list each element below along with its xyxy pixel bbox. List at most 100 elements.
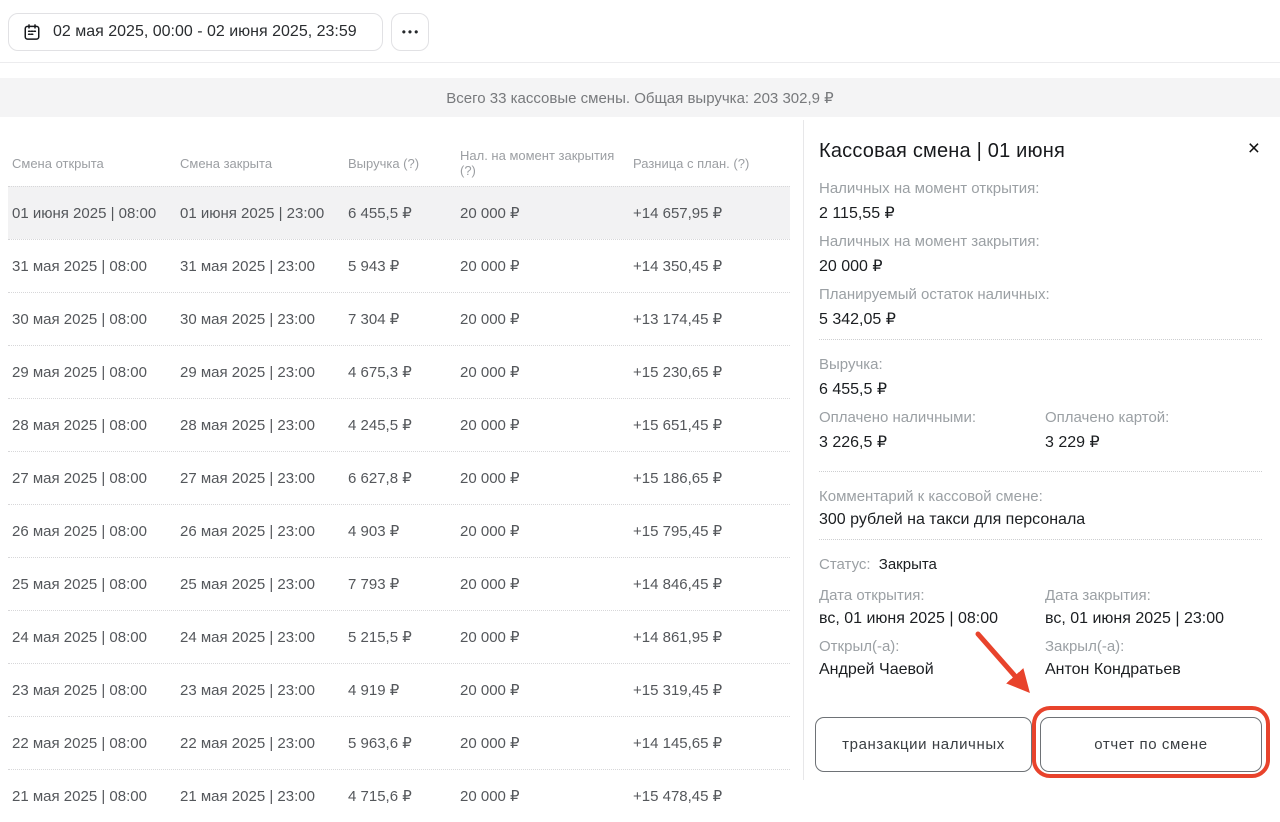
field-value: 3 229 ₽: [1045, 432, 1262, 452]
field-opened-by: Открыл(-а): Андрей Чаевой: [819, 638, 1045, 679]
cell-plan-diff: +14 350,45 ₽: [629, 257, 790, 275]
cell-shift-closed: 27 мая 2025 | 23:00: [176, 470, 344, 487]
table-row[interactable]: 23 мая 2025 | 08:00 23 мая 2025 | 23:00 …: [8, 663, 790, 716]
field-cash-open: Наличных на момент открытия: 2 115,55 ₽: [819, 180, 1262, 223]
shift-report-button[interactable]: отчет по смене: [1040, 717, 1262, 772]
cell-shift-opened: 31 мая 2025 | 08:00: [8, 258, 176, 275]
cell-shift-opened: 01 июня 2025 | 08:00: [8, 205, 176, 222]
cell-shift-opened: 28 мая 2025 | 08:00: [8, 417, 176, 434]
cell-shift-opened: 23 мая 2025 | 08:00: [8, 682, 176, 699]
paid-row: Оплачено наличными: 3 226,5 ₽ Оплачено к…: [819, 409, 1262, 462]
field-label: Оплачено наличными:: [819, 409, 1045, 426]
cell-cash-at-close: 20 000 ₽: [456, 575, 629, 593]
cell-revenue: 7 793 ₽: [344, 575, 456, 593]
table-row[interactable]: 21 мая 2025 | 08:00 21 мая 2025 | 23:00 …: [8, 769, 790, 822]
field-label: Комментарий к кассовой смене:: [819, 488, 1262, 505]
col-header-cash-at-close: Нал. на момент закрытия (?): [456, 148, 629, 178]
cell-cash-at-close: 20 000 ₽: [456, 204, 629, 222]
cell-plan-diff: +15 186,65 ₽: [629, 469, 790, 487]
cell-shift-opened: 22 мая 2025 | 08:00: [8, 735, 176, 752]
cell-plan-diff: +15 230,65 ₽: [629, 363, 790, 381]
cell-cash-at-close: 20 000 ₽: [456, 522, 629, 540]
field-comment: Комментарий к кассовой смене: 300 рублей…: [819, 488, 1262, 529]
field-label: Выручка:: [819, 356, 1262, 373]
field-value: 300 рублей на такси для персонала: [819, 511, 1262, 529]
field-label: Планируемый остаток наличных:: [819, 286, 1262, 303]
cell-shift-opened: 29 мая 2025 | 08:00: [8, 364, 176, 381]
table-body: 01 июня 2025 | 08:00 01 июня 2025 | 23:0…: [8, 186, 790, 822]
cell-plan-diff: +15 478,45 ₽: [629, 787, 790, 805]
cell-shift-opened: 26 мая 2025 | 08:00: [8, 523, 176, 540]
cell-shift-closed: 01 июня 2025 | 23:00: [176, 205, 344, 222]
cell-cash-at-close: 20 000 ₽: [456, 787, 629, 805]
field-label: Дата открытия:: [819, 587, 1045, 604]
cell-shift-closed: 25 мая 2025 | 23:00: [176, 576, 344, 593]
field-closed-by: Закрыл(-а): Антон Кондратьев: [1045, 638, 1262, 679]
cell-revenue: 5 943 ₽: [344, 257, 456, 275]
cash-transactions-button[interactable]: транзакции наличных: [815, 717, 1032, 772]
field-label: Дата закрытия:: [1045, 587, 1262, 604]
cell-revenue: 4 919 ₽: [344, 681, 456, 699]
cell-shift-closed: 23 мая 2025 | 23:00: [176, 682, 344, 699]
calendar-icon: [23, 23, 41, 41]
cell-plan-diff: +14 657,95 ₽: [629, 204, 790, 222]
table-row[interactable]: 25 мая 2025 | 08:00 25 мая 2025 | 23:00 …: [8, 557, 790, 610]
cell-plan-diff: +15 319,45 ₽: [629, 681, 790, 699]
field-value: 20 000 ₽: [819, 256, 1262, 276]
cell-cash-at-close: 20 000 ₽: [456, 681, 629, 699]
panel-header: Кассовая смена | 01 июня ×: [819, 140, 1262, 163]
table-row[interactable]: 30 мая 2025 | 08:00 30 мая 2025 | 23:00 …: [8, 292, 790, 345]
divider: [819, 339, 1262, 340]
cell-shift-opened: 24 мая 2025 | 08:00: [8, 629, 176, 646]
cell-cash-at-close: 20 000 ₽: [456, 628, 629, 646]
table-row[interactable]: 26 мая 2025 | 08:00 26 мая 2025 | 23:00 …: [8, 504, 790, 557]
field-value: Антон Кондратьев: [1045, 661, 1262, 679]
table-row[interactable]: 24 мая 2025 | 08:00 24 мая 2025 | 23:00 …: [8, 610, 790, 663]
field-label: Наличных на момент открытия:: [819, 180, 1262, 197]
cell-cash-at-close: 20 000 ₽: [456, 310, 629, 328]
status-row: Статус: Закрыта: [819, 556, 1262, 573]
field-paid-card: Оплачено картой: 3 229 ₽: [1045, 409, 1262, 452]
top-toolbar: 02 мая 2025, 00:00 - 02 июня 2025, 23:59…: [0, 0, 1280, 63]
table-row[interactable]: 31 мая 2025 | 08:00 31 мая 2025 | 23:00 …: [8, 239, 790, 292]
cell-plan-diff: +15 795,45 ₽: [629, 522, 790, 540]
cell-shift-opened: 30 мая 2025 | 08:00: [8, 311, 176, 328]
cell-shift-closed: 29 мая 2025 | 23:00: [176, 364, 344, 381]
cell-revenue: 7 304 ₽: [344, 310, 456, 328]
cell-plan-diff: +15 651,45 ₽: [629, 416, 790, 434]
field-date-open: Дата открытия: вс, 01 июня 2025 | 08:00: [819, 587, 1045, 628]
cell-revenue: 4 675,3 ₽: [344, 363, 456, 381]
cell-shift-opened: 25 мая 2025 | 08:00: [8, 576, 176, 593]
field-value: 5 342,05 ₽: [819, 309, 1262, 329]
cell-shift-closed: 22 мая 2025 | 23:00: [176, 735, 344, 752]
cell-revenue: 4 903 ₽: [344, 522, 456, 540]
cell-shift-opened: 21 мая 2025 | 08:00: [8, 788, 176, 805]
divider: [819, 539, 1262, 540]
summary-banner: Всего 33 кассовые смены. Общая выручка: …: [0, 78, 1280, 117]
cell-revenue: 6 627,8 ₽: [344, 469, 456, 487]
cell-cash-at-close: 20 000 ₽: [456, 257, 629, 275]
table-row[interactable]: 28 мая 2025 | 08:00 28 мая 2025 | 23:00 …: [8, 398, 790, 451]
table-row[interactable]: 01 июня 2025 | 08:00 01 июня 2025 | 23:0…: [8, 186, 790, 239]
cell-shift-closed: 30 мая 2025 | 23:00: [176, 311, 344, 328]
table-row[interactable]: 29 мая 2025 | 08:00 29 мая 2025 | 23:00 …: [8, 345, 790, 398]
field-planned-cash: Планируемый остаток наличных: 5 342,05 ₽: [819, 286, 1262, 329]
close-icon[interactable]: ×: [1246, 140, 1262, 158]
staff-row: Открыл(-а): Андрей Чаевой Закрыл(-а): Ан…: [819, 638, 1262, 689]
table-row[interactable]: 27 мая 2025 | 08:00 27 мая 2025 | 23:00 …: [8, 451, 790, 504]
field-label: Закрыл(-а):: [1045, 638, 1262, 655]
field-value: 2 115,55 ₽: [819, 203, 1262, 223]
cell-cash-at-close: 20 000 ₽: [456, 363, 629, 381]
more-options-button[interactable]: •••: [391, 13, 429, 51]
col-header-shift-opened: Смена открыта: [8, 156, 176, 171]
table-row[interactable]: 22 мая 2025 | 08:00 22 мая 2025 | 23:00 …: [8, 716, 790, 769]
cell-cash-at-close: 20 000 ₽: [456, 469, 629, 487]
cell-shift-closed: 31 мая 2025 | 23:00: [176, 258, 344, 275]
field-value: вс, 01 июня 2025 | 08:00: [819, 610, 1045, 628]
field-label: Оплачено картой:: [1045, 409, 1262, 426]
date-range-picker[interactable]: 02 мая 2025, 00:00 - 02 июня 2025, 23:59: [8, 13, 383, 51]
cell-revenue: 5 215,5 ₽: [344, 628, 456, 646]
dates-row: Дата открытия: вс, 01 июня 2025 | 08:00 …: [819, 587, 1262, 638]
divider: [819, 471, 1262, 472]
cell-shift-closed: 26 мая 2025 | 23:00: [176, 523, 344, 540]
